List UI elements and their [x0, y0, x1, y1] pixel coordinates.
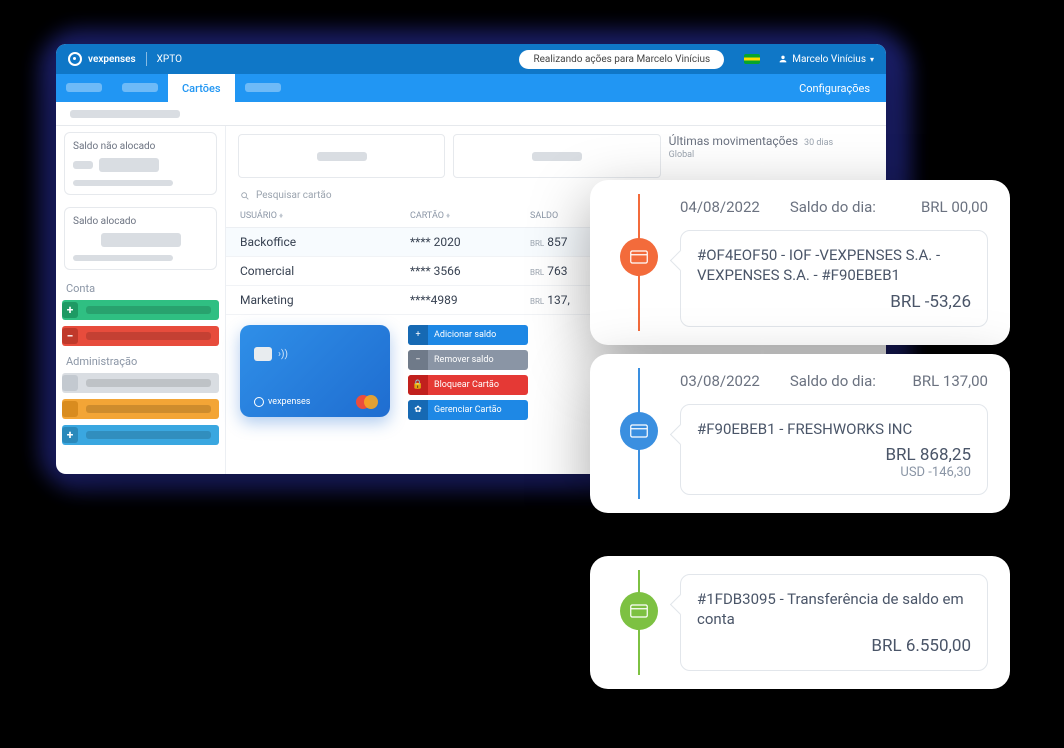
tab-settings[interactable]: Configurações: [783, 74, 886, 102]
cell-user: Marketing: [240, 293, 410, 307]
sidebar-section-admin: Administração: [56, 349, 225, 370]
movement-item[interactable]: #F90EBEB1 - FRESHWORKS INC BRL 868,25 US…: [680, 404, 988, 495]
flag-br-icon[interactable]: [744, 54, 760, 64]
movement-item[interactable]: #OF4EOF50 - IOF -VEXPENSES S.A. - VEXPEN…: [680, 230, 988, 327]
movement-popup: #1FDB3095 - Transferência de saldo em co…: [590, 556, 1010, 689]
virtual-card[interactable]: ›)) vexpenses: [240, 325, 390, 417]
search-icon: [240, 191, 250, 201]
movement-date: 04/08/2022: [680, 198, 760, 216]
brand-logo-icon: [68, 52, 82, 66]
movements-header: Últimas movimentações 30 dias Global: [669, 134, 874, 178]
sidebar-item[interactable]: −: [62, 326, 219, 346]
movements-scope: Global: [669, 150, 874, 160]
cell-balance: 763: [547, 264, 567, 278]
manage-card-button[interactable]: ✿Gerenciar Cartão: [408, 400, 528, 420]
plus-icon: +: [408, 325, 428, 345]
movement-date: 03/08/2022: [680, 372, 760, 390]
sort-icon: ♦: [279, 211, 283, 220]
tab-cards[interactable]: Cartões: [168, 74, 235, 102]
card-icon: [620, 238, 658, 276]
lock-icon: 🔒: [408, 375, 428, 395]
col-user[interactable]: USUÁRIO: [240, 211, 277, 221]
movements-days: 30 dias: [804, 138, 833, 148]
acting-for-pill[interactable]: Realizando ações para Marcelo Vinícius: [519, 50, 724, 69]
tab-placeholder[interactable]: [56, 74, 112, 102]
movement-amount: BRL 6.550,00: [697, 636, 971, 656]
mastercard-icon: [356, 395, 378, 409]
summary-tab[interactable]: [453, 134, 660, 178]
card-icon: [620, 592, 658, 630]
sub-header: [56, 102, 886, 126]
movement-popup: 03/08/2022 Saldo do dia: BRL 137,00 #F90…: [590, 354, 1010, 513]
sort-icon: ♦: [446, 211, 450, 220]
summary-tab[interactable]: [238, 134, 445, 178]
user-icon: [778, 54, 788, 64]
movement-amount: BRL 868,25: [697, 445, 971, 465]
sidebar-item[interactable]: [62, 399, 219, 419]
topbar: vexpenses XPTO Realizando ações para Mar…: [56, 44, 886, 74]
movements-title: Últimas movimentações: [669, 134, 798, 148]
movement-desc: #OF4EOF50 - IOF -VEXPENSES S.A. - VEXPEN…: [697, 245, 971, 286]
sidebar-item[interactable]: +: [62, 425, 219, 445]
movement-popup: 04/08/2022 Saldo do dia: BRL 00,00 #OF4E…: [590, 180, 1010, 345]
tab-placeholder[interactable]: [235, 74, 291, 102]
movement-item[interactable]: #1FDB3095 - Transferência de saldo em co…: [680, 574, 988, 671]
sidebar-item[interactable]: +: [62, 300, 219, 320]
add-balance-button[interactable]: +Adicionar saldo: [408, 325, 528, 345]
movement-desc: #1FDB3095 - Transferência de saldo em co…: [697, 589, 971, 630]
sidebar-section-account: Conta: [56, 276, 225, 297]
cell-card: ****4989: [410, 293, 530, 307]
movement-label: Saldo do dia:: [790, 372, 876, 390]
block-card-button[interactable]: 🔒Bloquear Cartão: [408, 375, 528, 395]
minus-icon: −: [408, 350, 428, 370]
sidebar-card-allocated[interactable]: Saldo alocado: [64, 207, 217, 270]
cell-user: Backoffice: [240, 235, 410, 249]
placeholder: [70, 110, 180, 118]
cell-balance: 137,: [547, 293, 570, 307]
movement-amount-secondary: USD -146,30: [697, 465, 971, 480]
remove-balance-button[interactable]: −Remover saldo: [408, 350, 528, 370]
tab-bar: Cartões Configurações: [56, 74, 886, 102]
movement-day-balance: BRL 00,00: [921, 198, 988, 216]
company-name: XPTO: [157, 54, 182, 65]
sidebar: Saldo não alocado Saldo alocado Conta + …: [56, 126, 226, 474]
gear-icon: ✿: [408, 400, 428, 420]
brand: vexpenses: [68, 52, 136, 66]
sidebar-item[interactable]: [62, 373, 219, 393]
chevron-down-icon: ▾: [870, 55, 874, 64]
movement-desc: #F90EBEB1 - FRESHWORKS INC: [697, 419, 971, 439]
user-menu[interactable]: Marcelo Vinícius ▾: [778, 54, 874, 65]
sidebar-card-unallocated[interactable]: Saldo não alocado: [64, 132, 217, 195]
tab-placeholder[interactable]: [112, 74, 168, 102]
card-icon: [620, 412, 658, 450]
cell-card: **** 3566: [410, 264, 530, 278]
brand-name: vexpenses: [88, 54, 136, 65]
chip-icon: [254, 347, 272, 361]
divider: [146, 52, 147, 66]
user-name: Marcelo Vinícius: [792, 54, 866, 65]
col-card[interactable]: CARTÃO: [410, 211, 444, 221]
cell-user: Comercial: [240, 264, 410, 278]
movement-label: Saldo do dia:: [790, 198, 876, 216]
cell-balance: 857: [547, 235, 567, 249]
col-balance[interactable]: SALDO: [530, 211, 558, 221]
cell-card: **** 2020: [410, 235, 530, 249]
search-placeholder: Pesquisar cartão: [256, 190, 332, 201]
sidebar-card-title: Saldo alocado: [73, 216, 208, 227]
contactless-icon: ›)): [278, 349, 288, 360]
card-brand: vexpenses: [254, 397, 310, 407]
movement-day-balance: BRL 137,00: [913, 372, 989, 390]
movement-amount: BRL -53,26: [697, 292, 971, 312]
sidebar-card-title: Saldo não alocado: [73, 141, 208, 152]
